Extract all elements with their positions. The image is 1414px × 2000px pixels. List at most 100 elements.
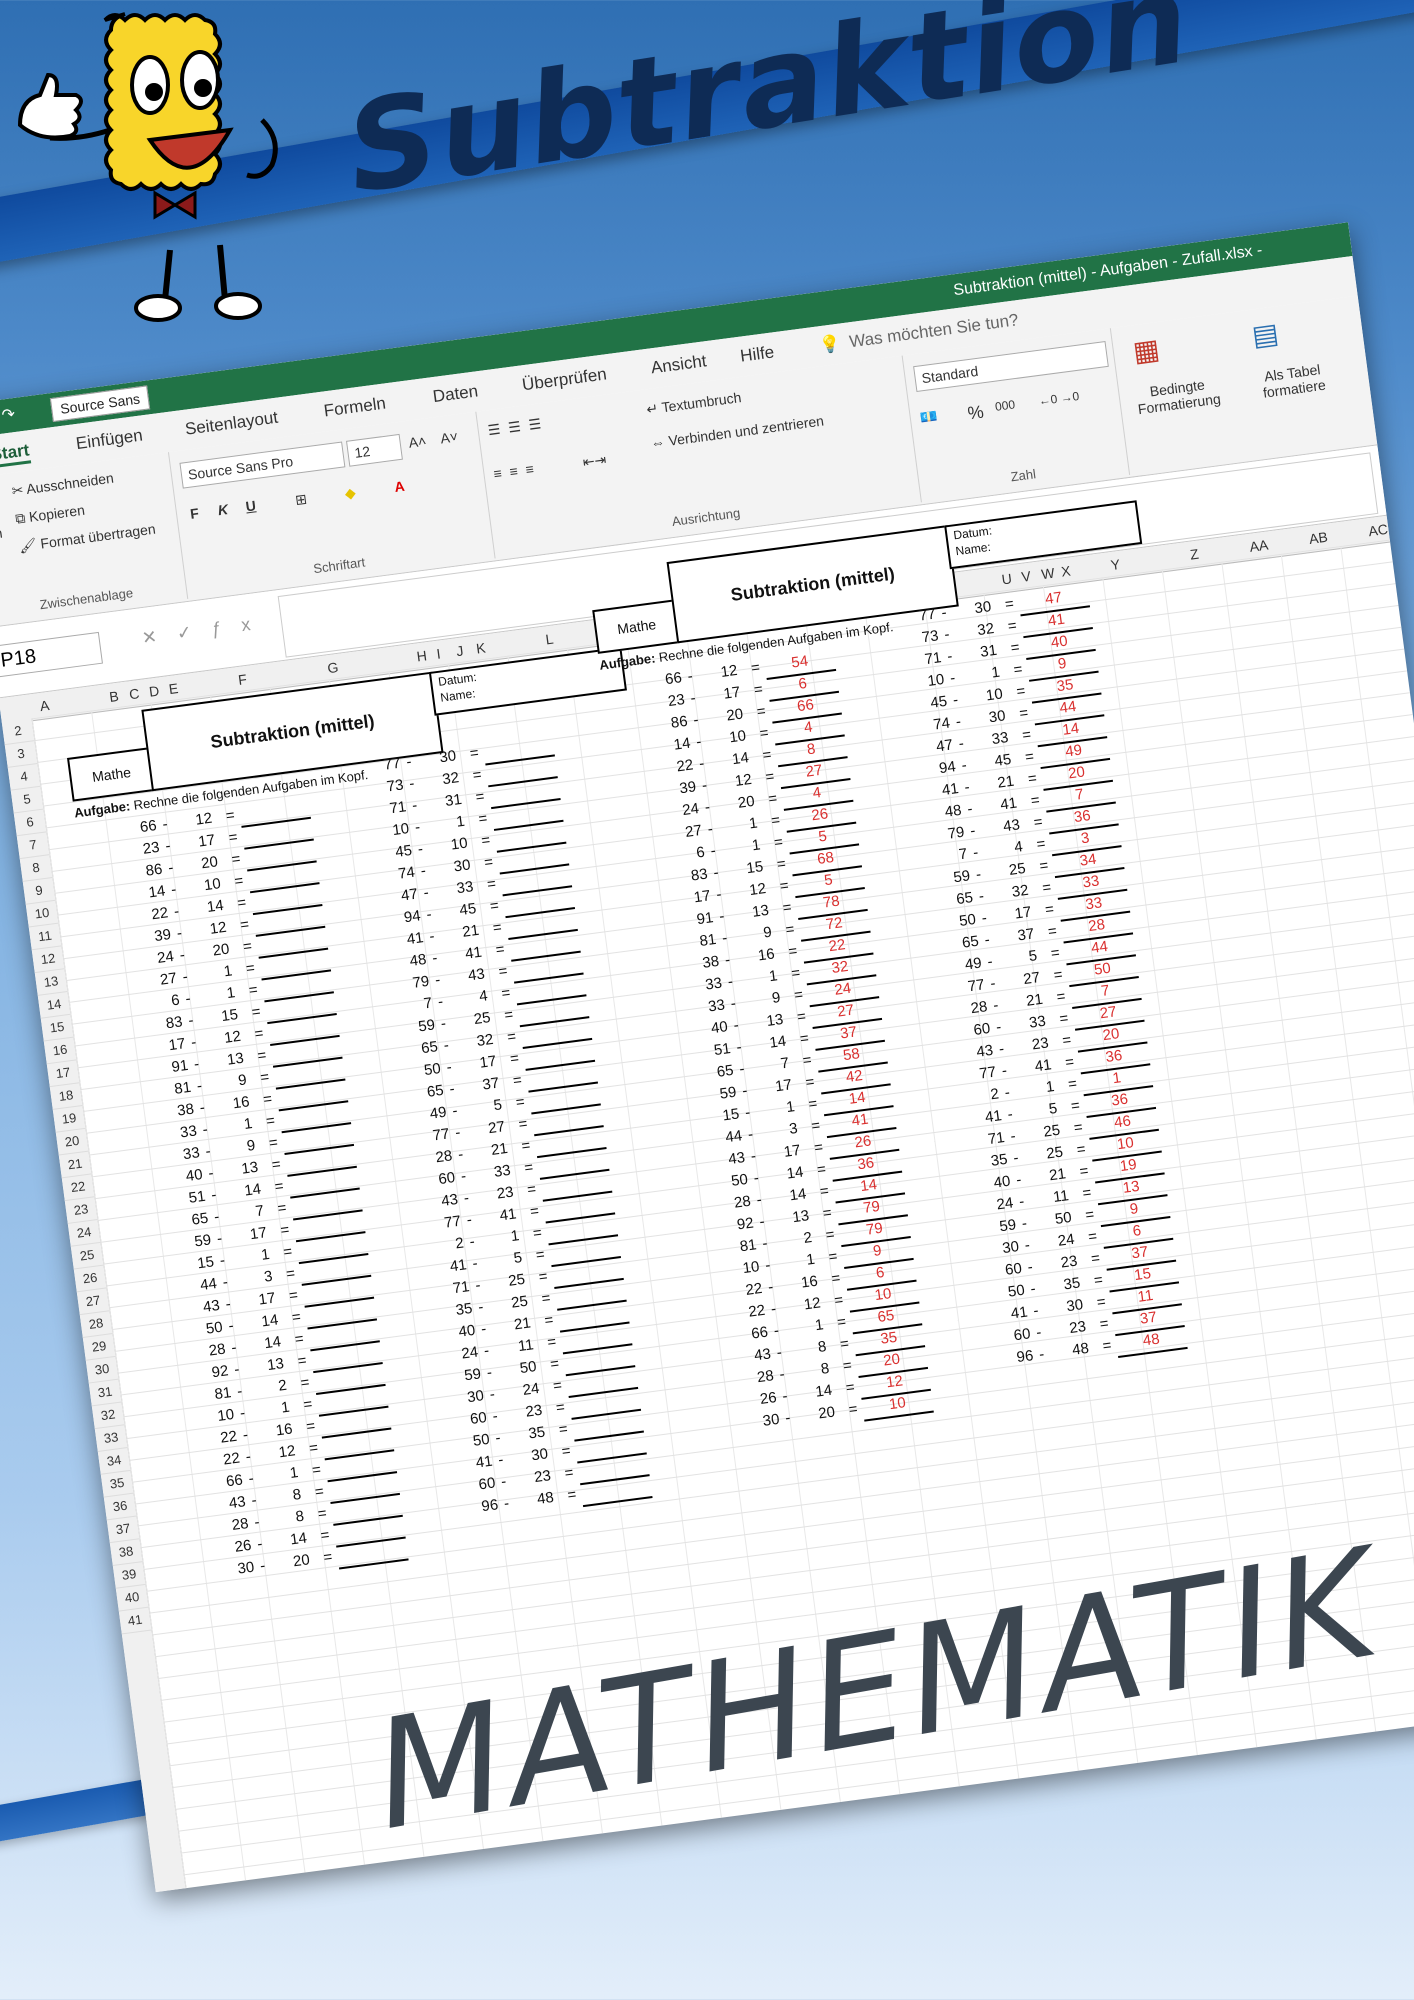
column-header-u[interactable]: U [1001, 570, 1013, 587]
subtrahend: 35 [1062, 1274, 1082, 1294]
minuend: 92 [210, 1362, 230, 1382]
column-header-f[interactable]: F [237, 671, 248, 688]
row-header[interactable]: 41 [118, 1607, 152, 1635]
grow-font-icon[interactable]: A˄ [408, 433, 427, 451]
tab-ansicht[interactable]: Ansicht [650, 351, 708, 378]
merge-center-button[interactable]: ⇔ Verbinden und zentrieren [650, 412, 825, 451]
column-header-c[interactable]: C [128, 685, 140, 702]
minuend: 17 [692, 887, 712, 907]
minuend: 40 [184, 1166, 204, 1186]
currency-icon[interactable]: 💶 [919, 408, 939, 427]
subtrahend: 25 [510, 1292, 529, 1312]
equals-sign: = [537, 1267, 549, 1286]
minuend: 41 [984, 1107, 1003, 1127]
name-box[interactable]: P18 [0, 631, 103, 678]
column-header-h[interactable]: H [416, 647, 428, 664]
column-header-ac[interactable]: AC [1367, 521, 1388, 539]
tab-einfuegen[interactable]: Einfügen [75, 426, 144, 455]
column-header-aa[interactable]: AA [1249, 537, 1270, 555]
copy-button[interactable]: ⧉ Kopieren [14, 502, 86, 528]
minuend: 49 [428, 1103, 448, 1123]
wrap-text-button[interactable]: ↵ Textumbruch [645, 389, 742, 418]
font-color-icon[interactable]: A [393, 478, 405, 495]
minuend: 41 [448, 1256, 468, 1276]
minus-sign: - [741, 1082, 749, 1100]
equals-sign: = [752, 680, 764, 699]
equals-sign: = [488, 897, 500, 916]
subtrahend: 13 [765, 1010, 785, 1030]
equals-sign: = [262, 1090, 274, 1109]
column-header-w[interactable]: W [1040, 565, 1055, 583]
column-header-d[interactable]: D [148, 683, 160, 700]
equals-sign: = [566, 1485, 578, 1504]
font-name-select[interactable]: Source Sans Pro [179, 441, 346, 489]
subtrahend: 5 [512, 1249, 524, 1267]
equals-sign: = [1081, 1184, 1093, 1203]
format-as-table-button[interactable]: Als Tabel formatiere [1237, 358, 1350, 404]
minus-sign: - [706, 820, 714, 838]
minuend: 33 [704, 974, 724, 994]
minuend: 17 [167, 1035, 187, 1055]
column-header-v[interactable]: V [1020, 568, 1031, 585]
column-header-y[interactable]: Y [1110, 556, 1121, 573]
column-header-i[interactable]: I [436, 645, 442, 661]
minuend: 22 [675, 756, 695, 776]
subtrahend: 14 [205, 896, 225, 916]
subtrahend: 30 [438, 747, 458, 767]
tab-daten[interactable]: Daten [432, 381, 480, 407]
decimal-icons[interactable]: ←0 →0 [1038, 389, 1080, 408]
group-number: Standard 💶 % 000 ←0 →0 Zahl [901, 328, 1131, 503]
thousands-button[interactable]: 000 [994, 397, 1016, 413]
minus-sign: - [729, 994, 737, 1013]
fill-color-icon[interactable]: ◆ [344, 484, 357, 502]
minuend: 24 [156, 947, 175, 967]
shrink-font-icon[interactable]: A˅ [439, 428, 458, 446]
minus-sign: - [462, 1189, 470, 1207]
tab-ueberpruefen[interactable]: Überprüfen [521, 364, 608, 395]
minuend: 10 [216, 1405, 236, 1425]
minuend: 28 [230, 1514, 250, 1535]
column-header-ab[interactable]: AB [1308, 529, 1329, 547]
minuend: 49 [963, 954, 983, 974]
minuend: 51 [187, 1187, 207, 1207]
percent-button[interactable]: % [966, 402, 985, 425]
column-header-e[interactable]: E [168, 680, 179, 697]
cut-button[interactable]: ✂ Ausschneiden [11, 470, 115, 500]
column-header-z[interactable]: Z [1189, 546, 1200, 563]
font-size-select[interactable]: 12 [345, 433, 403, 467]
tab-hilfe[interactable]: Hilfe [739, 342, 775, 366]
align-top-icons[interactable]: ☰☰☰ [487, 414, 550, 439]
indent-icon[interactable]: ⇤⇥ [582, 451, 607, 471]
minuend: 66 [225, 1471, 244, 1491]
column-header-b[interactable]: B [108, 688, 119, 705]
column-header-l[interactable]: L [545, 631, 555, 648]
tab-formeln[interactable]: Formeln [323, 393, 387, 421]
format-painter-button[interactable]: 🖌 Format übertragen [18, 521, 157, 556]
conditional-format-button[interactable]: Bedingte Formatierung [1122, 373, 1235, 419]
minuend: 71 [388, 798, 408, 818]
column-header-k[interactable]: K [475, 640, 486, 657]
borders-icon[interactable]: ⊞ [294, 491, 308, 509]
minuend: 65 [715, 1061, 735, 1081]
subtrahend: 33 [455, 878, 475, 898]
align-left-icons[interactable]: ≡≡≡ [493, 460, 543, 482]
underline-button[interactable]: U [245, 497, 257, 514]
italic-button[interactable]: K [217, 501, 229, 518]
subtrahend: 14 [731, 749, 750, 769]
equals-sign: = [259, 1068, 271, 1087]
minus-sign: - [164, 837, 172, 855]
minus-sign: - [244, 1448, 252, 1466]
paste-button[interactable]: gen [0, 525, 3, 544]
bold-button[interactable]: F [189, 505, 200, 522]
column-header-a[interactable]: A [39, 697, 50, 714]
minus-sign: - [1032, 1302, 1040, 1320]
column-header-g[interactable]: G [326, 659, 339, 676]
column-header-j[interactable]: J [455, 642, 464, 659]
column-header-x[interactable]: X [1060, 563, 1071, 580]
subtrahend: 20 [211, 940, 231, 960]
minuend: 81 [213, 1384, 233, 1404]
redo-icon[interactable]: ↷ [0, 398, 17, 433]
tab-seitenlayout[interactable]: Seitenlayout [184, 408, 279, 440]
tab-start[interactable]: Start [0, 440, 31, 469]
equals-sign: = [1009, 638, 1021, 657]
